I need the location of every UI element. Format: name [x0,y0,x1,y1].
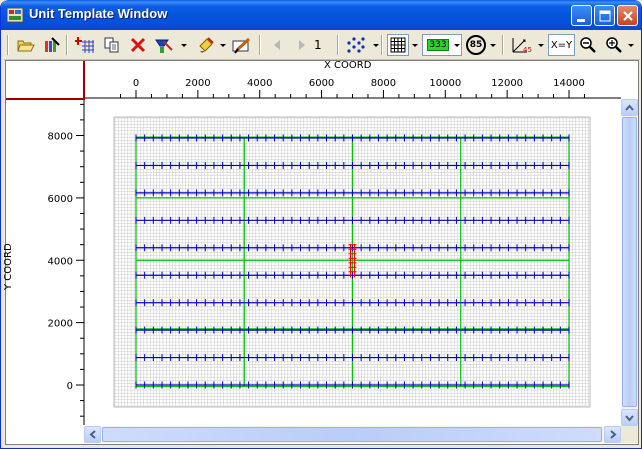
chevron-down-icon [625,415,634,422]
y-tick-label: 2000 [48,319,73,330]
horizontal-scroll-thumb[interactable] [102,427,602,442]
chevron-right-icon [610,430,617,439]
x-tick-label: 14000 [553,78,585,89]
unit-template-window: Unit Template Window 1 333 85 45 X=Y 0 2… [0,0,642,449]
y-tick-label: 6000 [48,194,73,205]
vertical-scrollbar[interactable] [621,99,638,426]
y-tick-label: 0 [67,381,73,392]
plot-canvas[interactable]: 0 2000 4000 6000 8000 10000 12000 14000 0 2000 40… [1,0,642,449]
x-tick-label: 2000 [185,78,210,89]
x-tick-label: 8000 [371,78,396,89]
scroll-left-button[interactable] [84,426,101,443]
x-tick-label: 4000 [247,78,272,89]
vertical-scroll-thumb[interactable] [622,117,637,407]
y-axis-ticks: 0 2000 4000 6000 8000 [48,103,84,417]
chevron-up-icon [625,104,634,111]
x-axis-label: X COORD [324,60,372,71]
scroll-down-button[interactable] [621,409,638,426]
x-tick-label: 10000 [429,78,461,89]
x-tick-label: 12000 [491,78,523,89]
horizontal-scrollbar[interactable] [84,426,621,443]
y-tick-label: 8000 [48,132,73,143]
scroll-up-button[interactable] [621,99,638,116]
x-tick-label: 0 [133,78,139,89]
scroll-right-button[interactable] [604,426,621,443]
x-tick-label: 6000 [309,78,334,89]
scrollbar-corner [621,426,638,443]
chevron-left-icon [89,430,96,439]
y-tick-label: 4000 [48,256,73,267]
y-axis-label: Y COORD [3,243,14,290]
